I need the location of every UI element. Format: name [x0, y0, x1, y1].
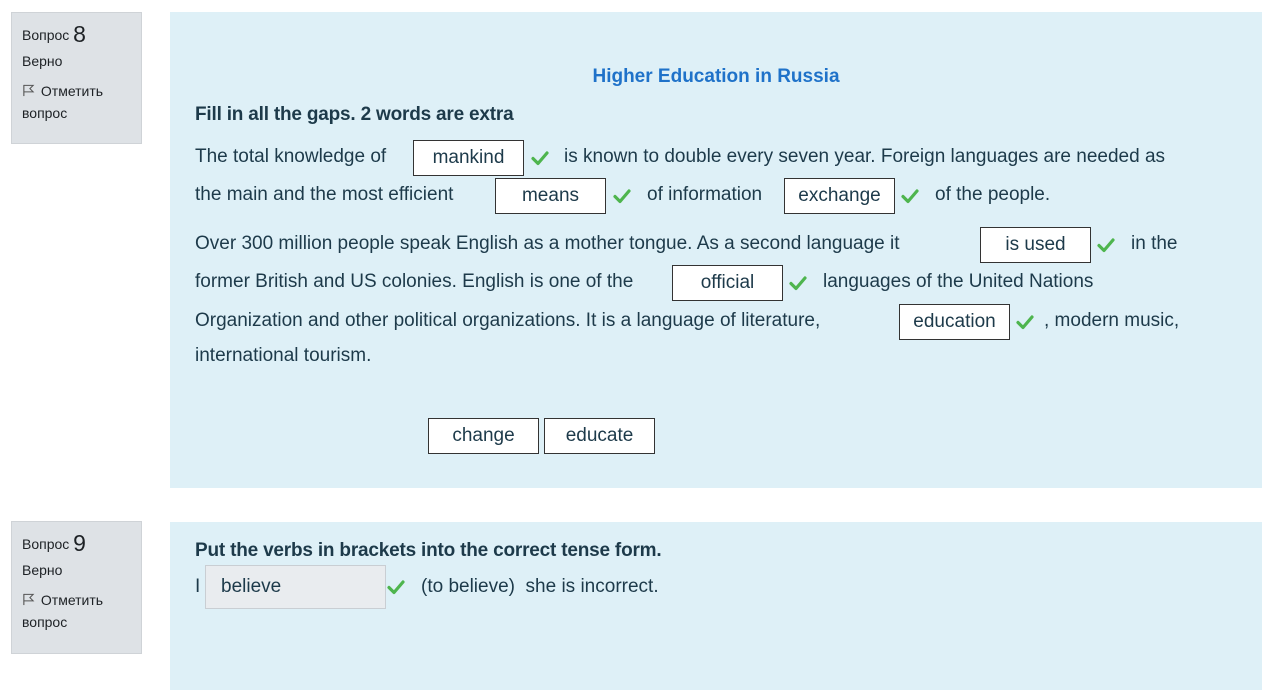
passage-text: international tourism.: [195, 345, 372, 366]
passage-text: in the: [1131, 233, 1178, 254]
passage-text: languages of the United Nations: [823, 271, 1094, 292]
question-instruction: Put the verbs in brackets into the corre…: [195, 540, 662, 561]
question-9-info: Вопрос 9 Верно Отметить вопрос: [11, 521, 142, 654]
passage-text: Over 300 million people speak English as…: [195, 233, 900, 254]
sentence-suffix: (to believe) she is incorrect.: [421, 576, 659, 597]
passage-text: of the people.: [935, 184, 1051, 205]
question-instruction: Fill in all the gaps. 2 words are extra: [195, 104, 514, 125]
question-number-line: Вопрос 8: [22, 21, 131, 48]
sentence-prefix: I: [195, 576, 201, 597]
passage-text: Organization and other political organiz…: [195, 310, 821, 331]
check-icon: [613, 189, 631, 204]
question-label: Вопрос: [22, 536, 70, 552]
question-label: Вопрос: [22, 27, 70, 43]
drop-zone-3[interactable]: exchange: [784, 178, 895, 214]
check-icon: [789, 276, 807, 291]
question-number: 8: [73, 21, 86, 47]
check-icon: [1097, 238, 1115, 253]
flag-question-link[interactable]: Отметить вопрос: [22, 589, 131, 633]
question-number-line: Вопрос 9: [22, 530, 131, 557]
drag-item-educate[interactable]: educate: [544, 418, 655, 454]
drop-zone-4[interactable]: is used: [980, 227, 1091, 263]
drop-zone-2[interactable]: means: [495, 178, 606, 214]
passage-text: , modern music,: [1044, 310, 1180, 331]
question-8-info: Вопрос 8 Верно Отметить вопрос: [11, 12, 142, 144]
passage-text: is known to double every seven year. For…: [564, 146, 1166, 167]
passage-title: Higher Education in Russia: [592, 66, 840, 87]
question-state: Верно: [22, 53, 63, 69]
flag-question-link[interactable]: Отметить вопрос: [22, 80, 131, 124]
question-number: 9: [73, 530, 86, 556]
flag-label-2: вопрос: [22, 614, 68, 630]
drop-zone-5[interactable]: official: [672, 265, 783, 301]
check-icon: [1016, 315, 1034, 330]
passage-text: The total knowledge of: [195, 146, 387, 167]
check-icon: [901, 189, 919, 204]
passage-text: former British and US colonies. English …: [195, 271, 634, 292]
flag-label-1: Отметить: [40, 83, 104, 99]
question-8-content: Higher Education in Russia Fill in all t…: [170, 12, 1262, 488]
flag-label-2: вопрос: [22, 105, 68, 121]
question-9-content: Put the verbs in brackets into the corre…: [170, 522, 1262, 690]
drop-zone-1[interactable]: mankind: [413, 140, 524, 176]
passage-text: of information: [647, 184, 763, 205]
drag-item-change[interactable]: change: [428, 418, 539, 454]
drop-zone-6[interactable]: education: [899, 304, 1010, 340]
answer-input[interactable]: believe: [205, 565, 386, 609]
check-icon: [387, 580, 405, 595]
passage-text: the main and the most efficient: [195, 184, 454, 205]
check-icon: [531, 151, 549, 166]
flag-icon: [23, 84, 35, 97]
flag-label-1: Отметить: [40, 592, 104, 608]
question-state: Верно: [22, 562, 63, 578]
flag-icon: [23, 593, 35, 606]
